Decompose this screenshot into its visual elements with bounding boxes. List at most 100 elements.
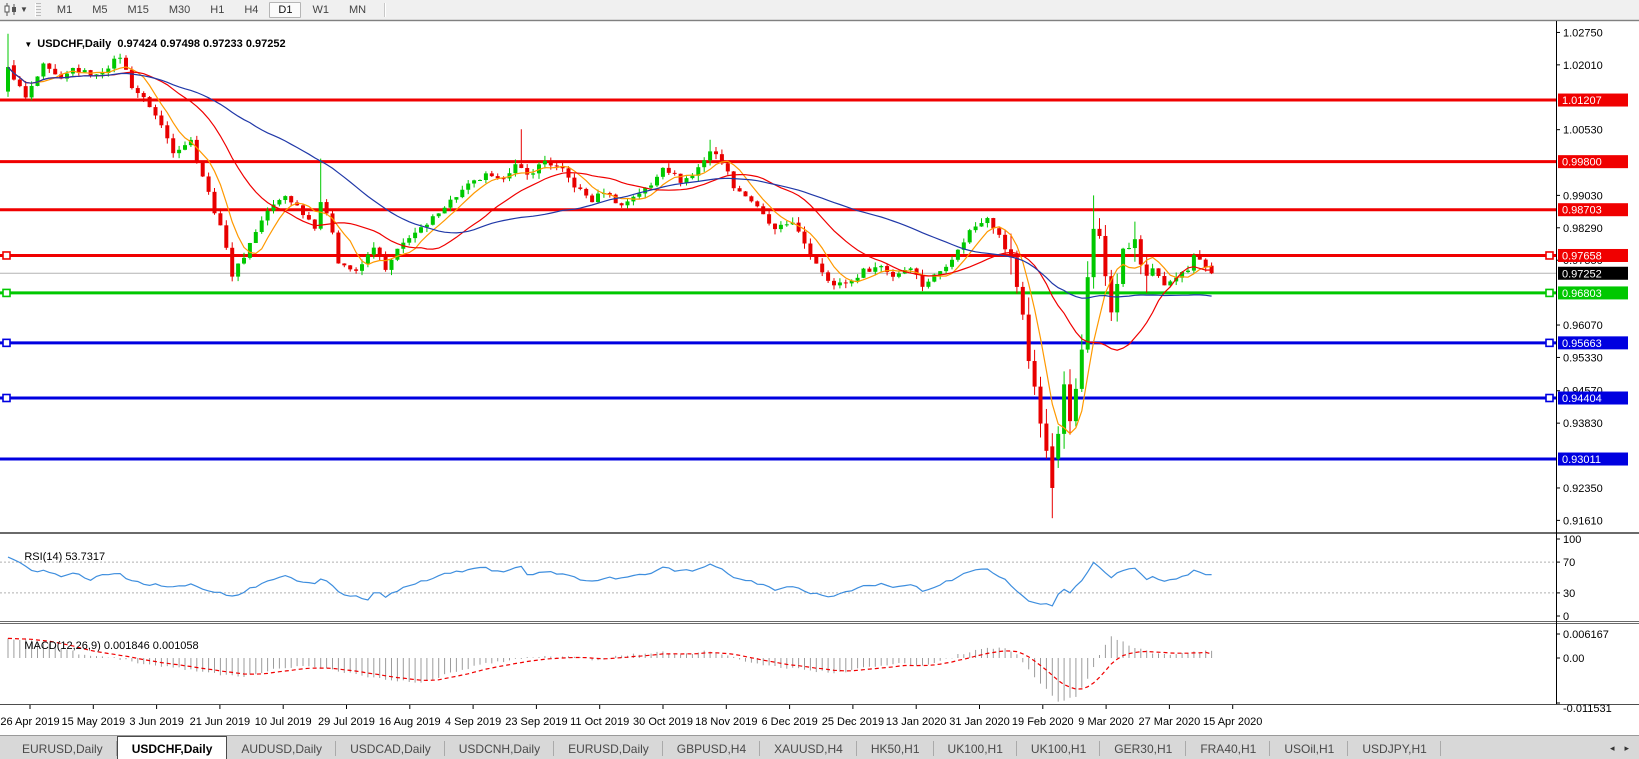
candle-body — [194, 139, 199, 161]
date-axis-label: 9 Mar 2020 — [1078, 716, 1134, 728]
candle-body — [171, 138, 176, 154]
tabs-scroll-right-icon[interactable]: ▸ — [1624, 743, 1629, 754]
candle-body — [802, 231, 807, 244]
candle-body — [135, 88, 140, 94]
chart-tab-eurusd-daily[interactable]: EURUSD,Daily — [554, 736, 663, 759]
chart-type-dropdown-icon[interactable]: ▼ — [20, 5, 28, 14]
level-line-handle-left[interactable] — [2, 338, 11, 348]
chart-tab-uk100-h1[interactable]: UK100,H1 — [1017, 736, 1101, 759]
candle-body — [731, 171, 736, 189]
chart-tab-usdchf-daily[interactable]: USDCHF,Daily — [116, 736, 228, 759]
chart-tab-uk100-h1[interactable]: UK100,H1 — [934, 736, 1018, 759]
chart-tab-usdjpy-h1[interactable]: USDJPY,H1 — [1348, 736, 1442, 759]
date-axis-label: 23 Sep 2019 — [505, 716, 567, 728]
chart-tab-fra40-h1[interactable]: FRA40,H1 — [1186, 736, 1271, 759]
chart-tab-usdcnh-daily[interactable]: USDCNH,Daily — [445, 736, 555, 759]
candle-body — [714, 151, 718, 155]
toolbar-drag-handle[interactable] — [34, 2, 41, 17]
candle-body — [1132, 239, 1137, 249]
timeframe-button-h4[interactable]: H4 — [235, 2, 267, 18]
level-line-handle-right[interactable] — [1545, 338, 1554, 348]
candle-body — [861, 268, 866, 278]
candle-body — [896, 273, 901, 277]
date-axis-label: 18 Nov 2019 — [695, 716, 757, 728]
candle-body — [324, 202, 329, 214]
level-line-handle-left[interactable] — [2, 393, 11, 403]
candle-body — [1186, 270, 1190, 273]
candle-body — [1079, 349, 1084, 389]
timeframe-button-mn[interactable]: MN — [340, 2, 375, 18]
chart-tab-usoil-h1[interactable]: USOil,H1 — [1270, 736, 1349, 759]
candle-body — [1044, 423, 1049, 451]
price-label-text: 1.01207 — [1562, 95, 1602, 107]
chart-tab-usdcad-daily[interactable]: USDCAD,Daily — [336, 736, 445, 759]
timeframe-button-w1[interactable]: W1 — [303, 2, 338, 18]
chart-tab-gbpusd-h4[interactable]: GBPUSD,H4 — [663, 736, 761, 759]
level-line-handle-right[interactable] — [1545, 393, 1554, 403]
chart-tab-xauusd-h4[interactable]: XAUUSD,H4 — [760, 736, 857, 759]
candle-body — [1050, 446, 1055, 488]
timeframe-button-m1[interactable]: M1 — [48, 2, 81, 18]
candle-body — [1156, 268, 1161, 277]
tabs-scroll-left-icon[interactable]: ◂ — [1610, 743, 1615, 754]
candle-body — [997, 228, 1002, 235]
candle-body — [29, 85, 34, 98]
chart-tab-audusd-daily[interactable]: AUDUSD,Daily — [227, 736, 336, 759]
candle-body — [212, 191, 217, 214]
chart-tab-ger30-h1[interactable]: GER30,H1 — [1100, 736, 1187, 759]
candle-body — [371, 247, 376, 255]
candle-body — [519, 164, 524, 168]
candle-body — [472, 180, 477, 184]
chart-tab-hk50-h1[interactable]: HK50,H1 — [857, 736, 934, 759]
candle-body — [755, 201, 760, 207]
candle-body — [489, 173, 494, 177]
candle-body — [820, 263, 825, 273]
candle-body — [767, 214, 772, 224]
candle-body — [920, 274, 925, 287]
candle-body — [301, 205, 305, 216]
price-axis-tick: 0.93830 — [1563, 418, 1603, 430]
candle-body — [360, 264, 364, 271]
candle-body — [867, 268, 872, 272]
candle-body — [1026, 314, 1031, 362]
level-line-handle-left[interactable] — [2, 251, 11, 260]
candle-body — [955, 249, 960, 260]
candle-body — [761, 206, 766, 215]
chart-tab-eurusd-daily[interactable]: EURUSD,Daily — [8, 736, 117, 759]
chart-window[interactable]: 1.027501.020101.005300.990300.982900.975… — [0, 20, 1639, 735]
candle-body — [625, 201, 630, 206]
timeframe-button-d1[interactable]: D1 — [269, 1, 302, 18]
date-axis-label: 25 Dec 2019 — [822, 716, 884, 728]
price-label-text: 0.99800 — [1562, 157, 1602, 169]
date-axis-label: 13 Jan 2020 — [886, 716, 947, 728]
timeframe-button-m15[interactable]: M15 — [118, 2, 157, 18]
timeframe-toolbar: ▼ M1 M5 M15 M30 H1 H4 D1 W1 MN — [0, 0, 1639, 20]
candle-body — [1003, 234, 1008, 250]
timeframe-button-m5[interactable]: M5 — [83, 2, 116, 18]
candle-body — [979, 223, 984, 227]
candle-body — [737, 188, 742, 192]
date-axis-label: 29 Jul 2019 — [318, 716, 375, 728]
candle-body — [778, 224, 783, 230]
candle-body — [289, 196, 294, 203]
timeframe-button-h1[interactable]: H1 — [201, 2, 233, 18]
candle-body — [1121, 248, 1126, 284]
candle-body — [1097, 228, 1102, 236]
candle-body — [531, 173, 536, 175]
level-line-handle-right[interactable] — [1545, 251, 1554, 260]
candle-body — [100, 73, 105, 75]
candle-body — [1191, 255, 1196, 271]
candle-body — [991, 218, 996, 229]
macd-axis-tick: 0.00 — [1563, 653, 1584, 665]
price-label-text: 0.97658 — [1562, 250, 1602, 262]
level-line-handle-left[interactable] — [2, 288, 11, 298]
candle-body — [17, 79, 22, 87]
candle-body — [336, 232, 341, 264]
price-chart-canvas[interactable]: 1.027501.020101.005300.990300.982900.975… — [0, 20, 1639, 735]
chart-tab-bar: EURUSD,Daily USDCHF,Daily AUDUSD,Daily USDC… — [0, 735, 1639, 759]
level-line-handle-right[interactable] — [1545, 288, 1554, 298]
candle-body — [1014, 257, 1019, 287]
date-axis-label: 19 Feb 2020 — [1012, 716, 1074, 728]
candlestick-chart-icon[interactable] — [2, 2, 20, 17]
timeframe-button-m30[interactable]: M30 — [160, 2, 199, 18]
